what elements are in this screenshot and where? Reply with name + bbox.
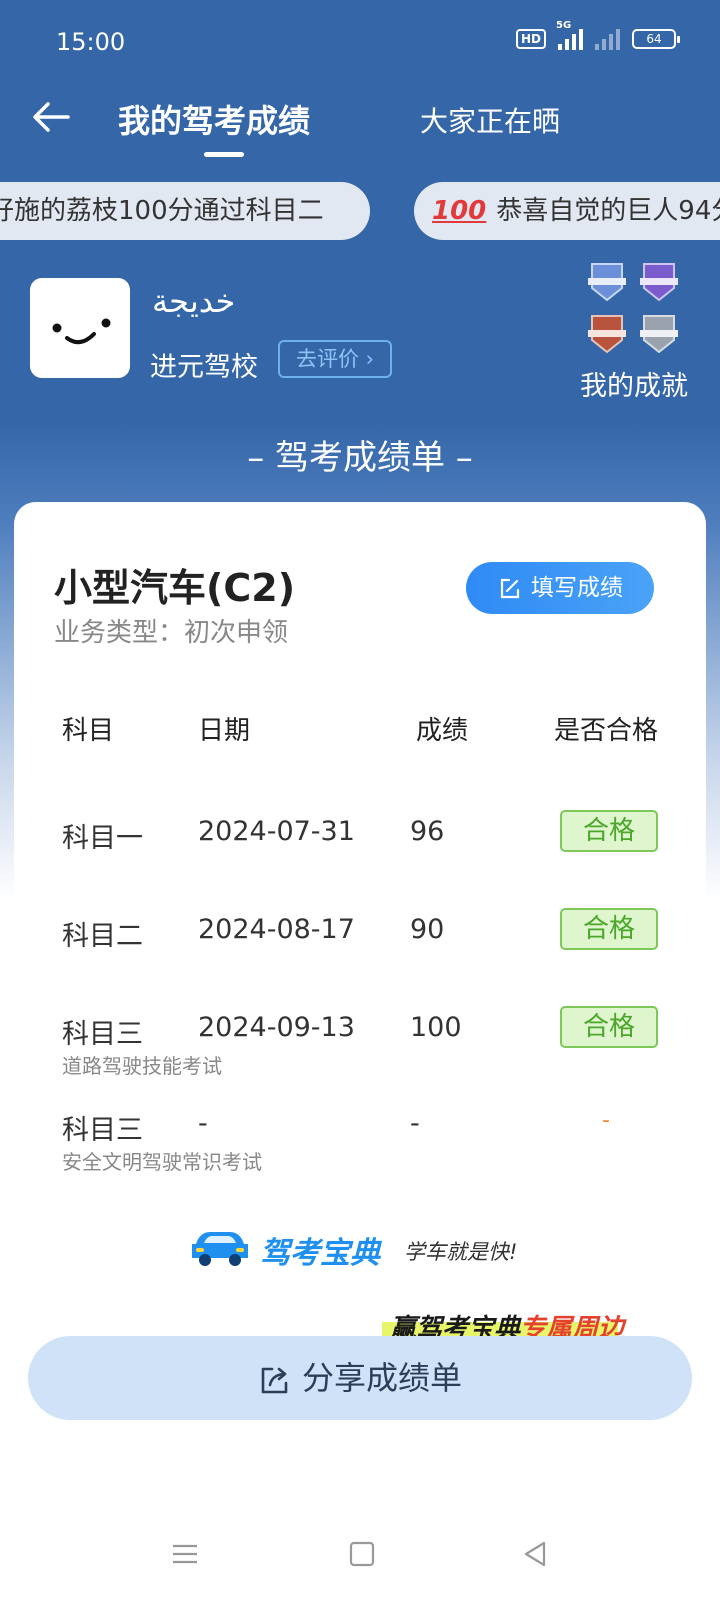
tab-my-scores[interactable]: 我的驾考成绩	[118, 96, 310, 142]
news-ticker: 好施的荔枝100分通过科目二 100 恭喜自觉的巨人94分	[0, 182, 720, 242]
avatar[interactable]	[30, 278, 130, 378]
table-row: 科目一 2024-07-31 96 合格	[14, 810, 706, 896]
header-subject: 科目	[62, 716, 115, 746]
back-arrow-icon[interactable]	[28, 92, 78, 142]
row-subtitle: 安全文明驾驶常识考试	[62, 1150, 262, 1174]
tab-everyone-sharing[interactable]: 大家正在晒	[420, 100, 560, 140]
signal-weak-icon	[595, 28, 620, 50]
license-type: 小型汽车(C2)	[54, 566, 296, 610]
share-icon	[261, 1367, 288, 1394]
row-subject: 科目三	[62, 1115, 143, 1146]
badge-icon	[588, 315, 626, 354]
status-badge: 合格	[560, 810, 658, 852]
driving-school-name: 进元驾校	[150, 352, 258, 383]
row-subject: 科目一	[62, 823, 143, 854]
row-subject: 科目三	[62, 1019, 143, 1050]
status-bar: 15:00 HD 5G 64	[0, 0, 720, 82]
battery-icon: 64	[632, 29, 680, 49]
badge-icon	[588, 263, 626, 302]
hundred-points-icon: 100	[432, 196, 487, 226]
row-date: 2024-08-17	[198, 914, 355, 945]
table-row: 科目三 2024-09-13 100 合格 道路驾驶技能考试	[14, 1006, 706, 1092]
row-subtitle: 道路驾驶技能考试	[62, 1054, 222, 1078]
ticker-item[interactable]: 100 恭喜自觉的巨人94分	[414, 182, 720, 240]
system-navigation	[0, 1520, 720, 1608]
brand-name: 驾考宝典	[260, 1236, 380, 1271]
rate-school-button[interactable]: 去评价 ›	[278, 340, 392, 378]
back-triangle-icon[interactable]	[516, 1534, 556, 1574]
header-score: 成绩	[416, 716, 469, 746]
badge-icon	[640, 315, 678, 354]
car-logo-icon	[192, 1232, 248, 1266]
row-date: 2024-09-13	[198, 1012, 355, 1043]
tab-indicator	[204, 152, 244, 157]
menu-icon[interactable]	[165, 1534, 205, 1574]
header-passed: 是否合格	[554, 716, 659, 746]
business-type: 业务类型：初次申领	[54, 618, 289, 648]
status-pending: -	[602, 1108, 610, 1133]
edit-icon	[500, 578, 520, 598]
status-time: 15:00	[56, 28, 126, 56]
share-score-button[interactable]: 分享成绩单	[28, 1336, 692, 1420]
status-icons: HD 5G 64	[515, 20, 680, 50]
row-score: 100	[410, 1012, 462, 1043]
score-sheet-title: – 驾考成绩单 –	[247, 438, 473, 478]
table-row: 科目二 2024-08-17 90 合格	[14, 908, 706, 994]
header-date: 日期	[198, 716, 251, 746]
status-badge: 合格	[560, 908, 658, 950]
row-score: -	[410, 1108, 420, 1139]
row-score: 96	[410, 816, 445, 847]
row-score: 90	[410, 914, 445, 945]
table-row: 科目三 - - - 安全文明驾驶常识考试	[14, 1108, 706, 1188]
user-name: خديجة	[152, 282, 236, 320]
brand-logo: 驾考宝典 学车就是快!	[190, 1224, 550, 1274]
row-subject: 科目二	[62, 921, 143, 952]
score-card: 小型汽车(C2) 业务类型：初次申领 填写成绩 科目 日期 成绩 是否合格 科目…	[14, 502, 706, 1322]
top-nav: 我的驾考成绩 大家正在晒	[0, 82, 720, 172]
home-icon[interactable]	[342, 1534, 382, 1574]
ticker-item[interactable]: 好施的荔枝100分通过科目二	[0, 182, 370, 240]
signal-5g-icon: 5G	[556, 20, 583, 50]
achievement-badges[interactable]	[584, 258, 684, 358]
row-date: 2024-07-31	[198, 816, 355, 847]
fill-score-button[interactable]: 填写成绩	[466, 562, 654, 614]
row-date: -	[198, 1108, 208, 1139]
my-achievements-label[interactable]: 我的成就	[580, 364, 688, 403]
brand-slogan: 学车就是快!	[404, 1240, 518, 1264]
status-badge: 合格	[560, 1006, 658, 1048]
hd-icon: HD	[515, 29, 546, 49]
badge-icon	[640, 263, 678, 302]
